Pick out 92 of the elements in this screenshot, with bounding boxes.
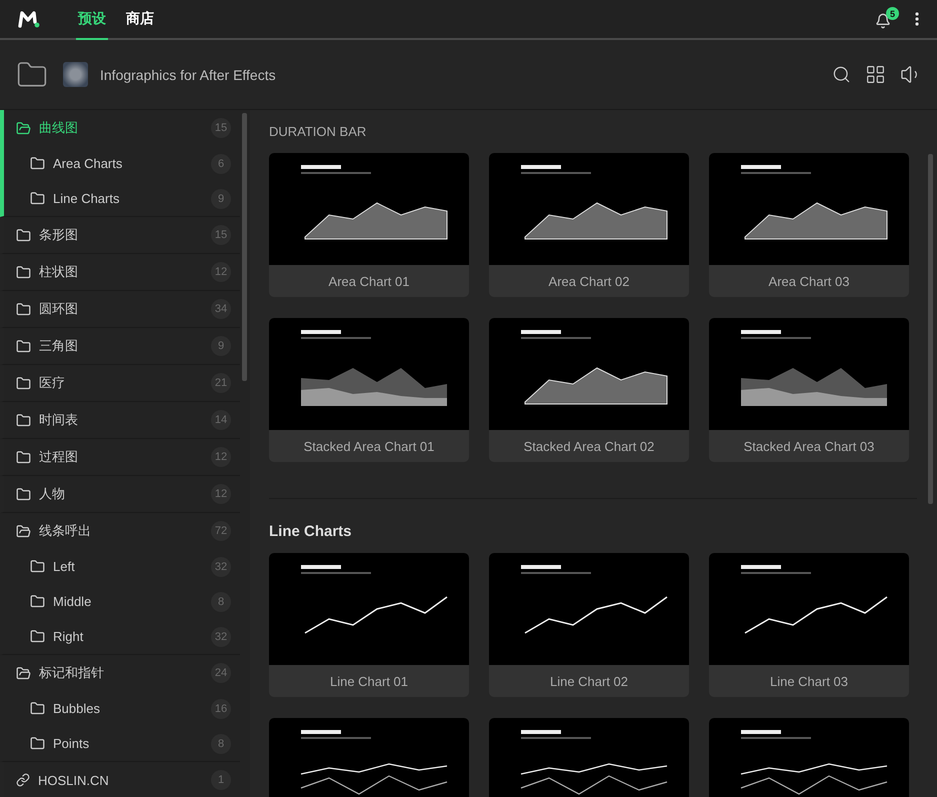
folder-icon: [30, 594, 45, 609]
preset-card[interactable]: Stacked Area Chart 03: [709, 318, 909, 462]
count-badge: 6: [211, 154, 231, 174]
count-badge: 8: [211, 734, 231, 754]
preset-card[interactable]: Stacked Area Chart 02: [489, 318, 689, 462]
library-title: Infographics for After Effects: [100, 66, 276, 82]
sidebar-item-label: 曲线图: [39, 119, 79, 137]
sidebar-item-label: Left: [53, 559, 76, 574]
folder-icon: [16, 228, 31, 242]
preset-name: Stacked Area Chart 03: [744, 438, 874, 454]
count-badge: 15: [211, 118, 231, 138]
preset-card[interactable]: [269, 718, 469, 797]
count-badge: 16: [211, 698, 231, 718]
folder-icon: [30, 156, 45, 171]
scrollbar[interactable]: [928, 154, 933, 504]
preset-card[interactable]: Area Chart 01: [269, 153, 469, 297]
folder-icon: [30, 629, 45, 644]
count-badge: 14: [211, 410, 231, 430]
count-badge: 9: [211, 188, 231, 208]
folder-icon: [30, 559, 45, 574]
sidebar-item-label: Points: [53, 736, 90, 751]
scrollbar[interactable]: [242, 113, 247, 381]
bell-icon: [875, 13, 891, 29]
sidebar-item-label: Line Charts: [53, 191, 120, 206]
count-badge: 24: [211, 663, 231, 683]
count-badge: 21: [211, 373, 231, 393]
folder-icon: [16, 338, 31, 354]
count-badge: 8: [211, 592, 231, 612]
sidebar-item-label: 人物: [39, 485, 66, 503]
folder-icon: [16, 376, 31, 390]
section-heading: Line Charts: [269, 522, 353, 542]
preset-card[interactable]: Line Chart 02: [489, 553, 689, 697]
preset-card[interactable]: Stacked Area Chart 01: [269, 318, 469, 462]
preset-name: Stacked Area Chart 01: [304, 438, 434, 454]
sidebar-item-label: 条形图: [39, 226, 79, 244]
sidebar-item-label: Middle: [53, 594, 92, 609]
preset-card[interactable]: [709, 718, 909, 797]
folder-icon: [16, 450, 31, 464]
open-folder-icon: [16, 120, 31, 136]
folder-icon: [16, 486, 31, 502]
sidebar-item-label: 圆环图: [39, 300, 79, 318]
sidebar-item-label: 时间表: [39, 411, 79, 429]
open-folder-icon: [16, 524, 31, 538]
sidebar-item-label: Area Charts: [53, 156, 124, 171]
count-badge: 32: [211, 556, 231, 576]
sidebar-item-label: Right: [53, 629, 84, 644]
preset-name: Line Chart 03: [770, 674, 848, 688]
count-badge: 12: [211, 262, 231, 282]
folder-icon: [30, 191, 45, 206]
search-button[interactable]: [832, 65, 851, 84]
open-folder-icon: [16, 666, 31, 680]
count-badge: 1: [211, 770, 231, 790]
sidebar-item-label: 医疗: [39, 374, 66, 392]
folder-icon: [30, 736, 45, 751]
folder-icon: [16, 412, 31, 428]
preset-card[interactable]: Line Chart 01: [269, 553, 469, 697]
section-heading: DURATION BAR: [269, 123, 368, 141]
count-badge: 9: [211, 336, 231, 356]
notifications-button[interactable]: 5: [873, 7, 899, 31]
preset-name: Area Chart 03: [768, 274, 850, 288]
folder-icon: [30, 701, 45, 716]
grid-view-button[interactable]: [865, 64, 886, 85]
sidebar-item-label: 标记和指针: [39, 664, 105, 682]
count-badge: 34: [211, 299, 231, 319]
count-badge: 12: [211, 484, 231, 504]
preset-name: Area Chart 02: [548, 274, 630, 288]
count-badge: 12: [211, 447, 231, 467]
preset-card[interactable]: [489, 718, 689, 797]
notification-count: 5: [886, 7, 899, 20]
folder-icon: [16, 264, 31, 280]
preset-name: Line Chart 01: [330, 674, 408, 688]
link-icon: [16, 773, 30, 787]
preset-card[interactable]: Line Chart 03: [709, 553, 909, 697]
sidebar-item-label: 三角图: [39, 337, 79, 355]
count-badge: 72: [211, 521, 231, 541]
more-icon: [915, 12, 919, 26]
preset-name: Area Chart 01: [328, 274, 410, 288]
sidebar-item-label: Bubbles: [53, 701, 101, 716]
sidebar-item-label: HOSLIN.CN: [38, 772, 110, 788]
sidebar-item-label: 线条呼出: [39, 522, 92, 540]
nav-tab[interactable]: 商店: [124, 0, 156, 40]
preset-name: Stacked Area Chart 02: [524, 438, 654, 454]
library-thumbnail: [63, 62, 88, 87]
preset-card[interactable]: Area Chart 03: [709, 153, 909, 297]
folder-icon: [16, 302, 31, 316]
sidebar-item-label: 柱状图: [39, 263, 79, 281]
preset-card[interactable]: Area Chart 02: [489, 153, 689, 297]
count-badge: 32: [211, 626, 231, 646]
count-badge: 15: [211, 225, 231, 245]
sidebar-item-label: 过程图: [39, 448, 79, 466]
preset-name: Line Chart 02: [550, 674, 628, 688]
logo-icon: [18, 10, 40, 28]
